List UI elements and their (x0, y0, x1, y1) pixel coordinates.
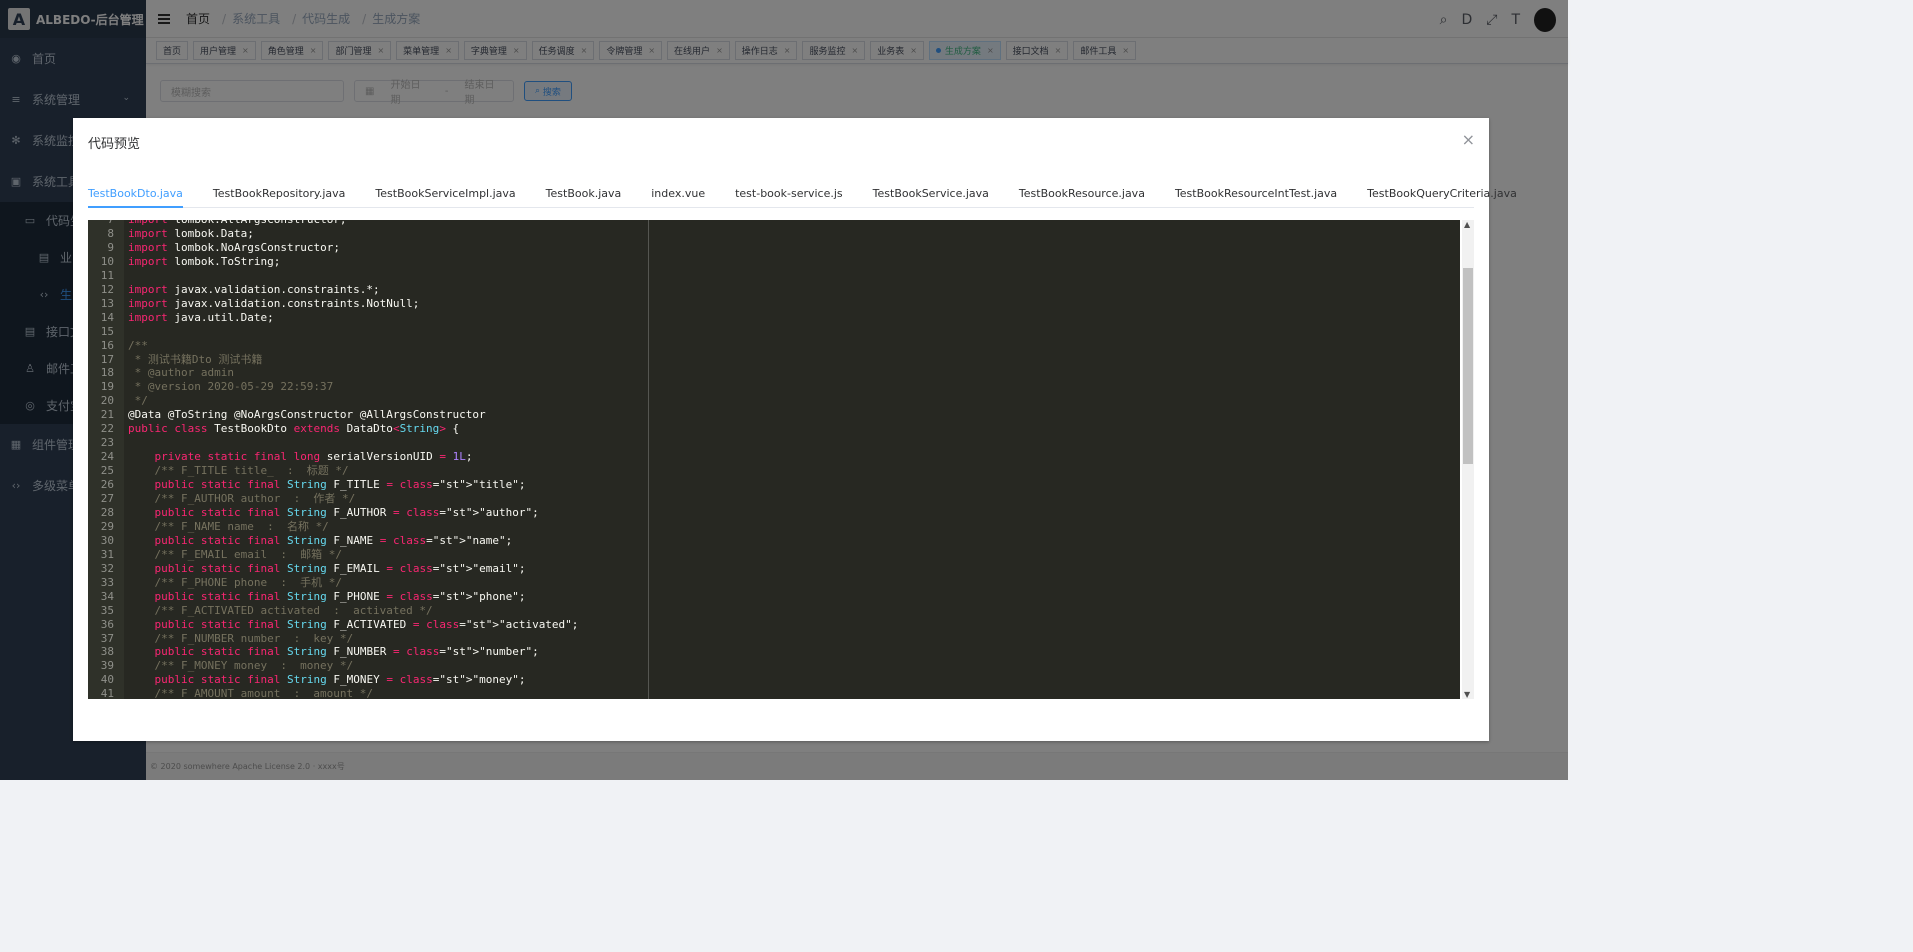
line-number: 37 (100, 631, 114, 645)
code-line: */ (128, 394, 148, 408)
dialog-title: 代码预览 (88, 137, 141, 152)
code-line: import javax.validation.constraints.NotN… (128, 296, 420, 310)
line-number: 23 (100, 436, 114, 450)
line-number: 9 (107, 240, 114, 254)
code-line: import lombok.ToString; (128, 254, 281, 268)
line-number: 20 (100, 394, 114, 408)
line-number: 27 (100, 492, 114, 505)
code-line: public static final String F_NUMBER = cl… (154, 645, 539, 659)
code-line: /** F_NUMBER number : key */ (128, 631, 354, 645)
line-number: 16 (100, 338, 114, 352)
code-line: import lombok.AllArgsConstructor; (128, 220, 347, 227)
code-line: public static final String F_EMAIL = cla… (154, 561, 526, 575)
line-number: 39 (100, 659, 114, 673)
code-line: public static final String F_TITLE = cla… (154, 478, 526, 492)
line-number: 18 (100, 366, 114, 380)
code-line: /** F_EMAIL email : 邮箱 */ (128, 547, 343, 561)
tab-testbookserviceimpl-java[interactable]: TestBookServiceImpl.java (360, 180, 530, 207)
line-number: 8 (107, 226, 114, 240)
code-line: * 测试书籍Dto 测试书籍 (128, 352, 263, 366)
line-number: 35 (100, 603, 114, 617)
print-margin (648, 220, 649, 699)
line-number: 38 (100, 645, 114, 659)
line-number: 28 (100, 505, 114, 519)
line-number: 32 (100, 561, 114, 575)
line-number: 40 (100, 673, 114, 687)
code-editor[interactable]: 7 import lombok.AllArgsConstructor; 8 impor… (88, 220, 1460, 699)
line-number: 7 (88, 220, 114, 227)
tab-testbookresourceinttest-java[interactable]: TestBookResourceIntTest.java (1160, 180, 1352, 207)
line-number: 29 (100, 519, 114, 533)
line-number: 22 (100, 422, 114, 436)
line-number: 13 (100, 296, 114, 310)
tab-test-book-service-js[interactable]: test-book-service.js (720, 180, 858, 207)
code-line: import lombok.Data; (128, 226, 254, 240)
code-line: public static final String F_AUTHOR = cl… (154, 505, 539, 519)
line-number: 31 (100, 547, 114, 561)
code-line: /** (128, 338, 148, 352)
line-number: 11 (100, 268, 114, 282)
tab-testbookresource-java[interactable]: TestBookResource.java (1004, 180, 1160, 207)
line-number: 21 (100, 408, 114, 422)
tab-testbookrepository-java[interactable]: TestBookRepository.java (198, 180, 361, 207)
scroll-down-icon[interactable]: ▼ (1464, 690, 1470, 699)
code-line: public static final String F_ACTIVATED =… (154, 617, 579, 631)
line-number: 26 (100, 478, 114, 492)
code-line: import javax.validation.constraints.*; (128, 282, 380, 296)
tab-testbook-java[interactable]: TestBook.java (531, 180, 637, 207)
line-number: 12 (100, 282, 114, 296)
line-number: 15 (100, 324, 114, 338)
code-line: import lombok.NoArgsConstructor; (128, 240, 340, 254)
code-preview-dialog: 代码预览 × TestBookDto.java TestBookReposito… (73, 118, 1517, 741)
code-line: @Data @ToString @NoArgsConstructor @AllA… (128, 408, 486, 422)
code-line: /** F_AMOUNT amount : amount */ (128, 687, 374, 699)
scroll-up-icon[interactable]: ▲ (1464, 220, 1470, 229)
line-number: 17 (100, 352, 114, 366)
line-number: 41 (100, 687, 114, 699)
tab-testbookdto-java[interactable]: TestBookDto.java (88, 180, 198, 208)
line-number: 30 (100, 533, 114, 547)
line-number: 24 (100, 450, 114, 464)
line-number: 36 (100, 617, 114, 631)
app-root: A ALBEDO-后台管理 ◉首页 ≡系统管理⌄ ✻系统监控 ▣系统工具 ▭代码… (0, 0, 1568, 780)
tab-testbookquerycriteria-java[interactable]: TestBookQueryCriteria.java (1352, 180, 1532, 207)
code-line: * @author admin (128, 366, 234, 380)
code-line: private static final long serialVersionU… (154, 450, 473, 464)
code-line: public static final String F_MONEY = cla… (154, 673, 526, 687)
line-number: 14 (100, 310, 114, 324)
code-line: /** F_TITLE title_ : 标题 */ (128, 464, 349, 478)
code-line: /** F_NAME name : 名称 */ (128, 519, 329, 533)
code-line: public static final String F_PHONE = cla… (154, 589, 526, 603)
file-tabs: TestBookDto.java TestBookRepository.java… (88, 180, 1517, 208)
line-number: 25 (100, 464, 114, 478)
code-line: import java.util.Date; (128, 310, 274, 324)
close-icon[interactable]: × (1462, 130, 1475, 149)
line-number: 19 (100, 380, 114, 394)
line-number: 34 (100, 589, 114, 603)
scrollbar-thumb[interactable] (1463, 268, 1473, 464)
code-line: * @version 2020-05-29 22:59:37 (128, 380, 334, 394)
tab-index-vue[interactable]: index.vue (636, 180, 720, 207)
tab-testbookservice-java[interactable]: TestBookService.java (858, 180, 1004, 207)
code-line: public class TestBookDto extends DataDto… (128, 422, 460, 436)
code-line: public static final String F_NAME = clas… (154, 533, 513, 547)
line-number: 10 (100, 254, 114, 268)
editor-scrollbar[interactable]: ▲ ▼ (1462, 220, 1474, 699)
code-line: /** F_PHONE phone : 手机 */ (128, 575, 343, 589)
code-line: /** F_MONEY money : money */ (128, 659, 354, 673)
code-line: /** F_ACTIVATED activated : activated */ (128, 603, 433, 617)
line-number: 33 (100, 575, 114, 589)
code-line: /** F_AUTHOR author : 作者 */ (128, 492, 356, 505)
